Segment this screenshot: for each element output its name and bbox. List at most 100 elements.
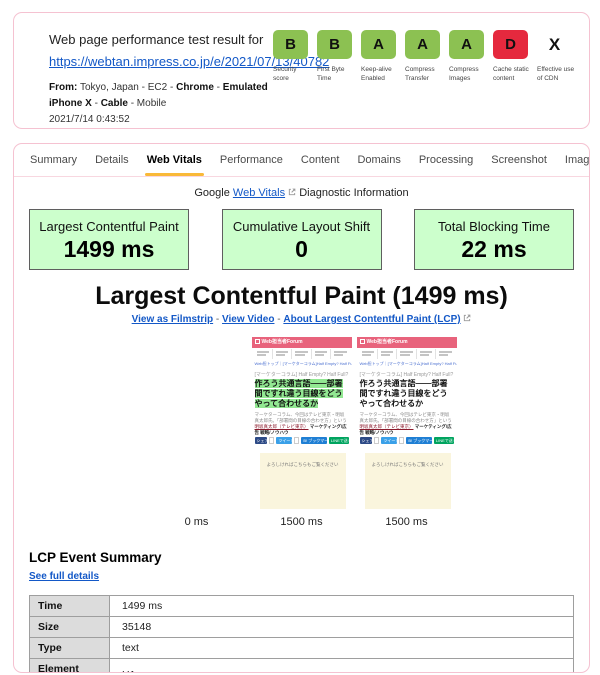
grade-badge: A (361, 30, 396, 59)
test-mobile-suffix: - Mobile (128, 98, 166, 109)
site-logo-icon (360, 339, 365, 344)
thumb-promo-box: よろしければこちらもご覧ください (365, 453, 451, 509)
grade-badge: D (493, 30, 528, 59)
grade-compress-images[interactable]: A Compress Images (449, 30, 490, 83)
thumb-breadcrumb: Web担トップ｜[マーケターコラム]Half Empty? Half Full?… (357, 360, 457, 367)
view-video-link[interactable]: View Video (222, 314, 274, 325)
lcp-type-value: text (110, 638, 574, 659)
grade-compress-transfer[interactable]: A Compress Transfer (405, 30, 446, 83)
grade-badge: B (273, 30, 308, 59)
test-info: Web page performance test result for htt… (49, 32, 294, 125)
filmstrip-frame-1500ms-highlighted: Web担当者Forum Web担トップ｜[マーケターコラム]Half Empty… (252, 337, 352, 528)
hatena-bookmark-button: B! ブックマーク (301, 437, 327, 444)
thumb-social-buttons: シェア ツイート B! ブックマーク LINEで送る (357, 435, 457, 444)
test-browser: Chrome (176, 82, 214, 93)
grade-cache-static[interactable]: D Cache static content (493, 30, 534, 83)
table-row: Time 1499 ms (30, 596, 574, 617)
grade-first-byte-time[interactable]: B First Byte Time (317, 30, 358, 83)
results-card: Summary Details Web Vitals Performance C… (13, 143, 590, 673)
facebook-share-button: シェア (255, 437, 268, 444)
table-row: Size 35148 (30, 617, 574, 638)
thumb-caption: [マーケターコラム] Half Empty? Half Full? (252, 367, 352, 379)
external-link-icon (288, 188, 296, 196)
filmstrip-frame-0ms: 0 ms (147, 337, 247, 528)
grade-badge: X (537, 30, 572, 59)
lcp-filmstrip: 0 ms Web担当者Forum Web担トップ｜[マーケターコラム]Half … (14, 337, 589, 528)
metric-cls: Cumulative Layout Shift 0 (222, 209, 382, 270)
about-lcp-link[interactable]: About Largest Contentful Paint (LCP) (283, 314, 460, 325)
test-result-card: Web page performance test result for htt… (13, 12, 590, 129)
grade-badge: B (317, 30, 352, 59)
grade-badges: B Security score B First Byte Time A Kee… (273, 30, 581, 83)
thumb-article-title: 作ろう共通言語——部署間ですれ違う目線をどうやって合わせるか (252, 379, 352, 410)
twitter-tweet-button: ツイート (276, 437, 292, 444)
see-full-details-link[interactable]: See full details (29, 571, 99, 582)
metric-tbt: Total Blocking Time 22 ms (414, 209, 574, 270)
view-as-filmstrip-link[interactable]: View as Filmstrip (132, 314, 214, 325)
metric-lcp-value: 1499 ms (30, 236, 188, 263)
tab-screenshot[interactable]: Screenshot (482, 144, 556, 176)
tab-performance[interactable]: Performance (211, 144, 292, 176)
filmstrip-frame-1500ms: Web担当者Forum Web担トップ｜[マーケターコラム]Half Empty… (357, 337, 457, 528)
thumb-lede: マーケターコラム、今回はテレビ東京・明坂真太郎氏。「部署間の目線の合わせ方」とい… (252, 410, 352, 423)
lcp-time-value: 1499 ms (110, 596, 574, 617)
lcp-highlight: 作ろう共通言語——部署間ですれ違う目線をどうやって合わせるか (255, 379, 343, 408)
metric-cls-value: 0 (223, 236, 381, 263)
table-row: Type text (30, 638, 574, 659)
thumb-breadcrumb: Web担トップ｜[マーケターコラム]Half Empty? Half Full?… (252, 360, 352, 367)
page-title: Web page performance test result for (49, 32, 294, 47)
grade-keep-alive[interactable]: A Keep-alive Enabled (361, 30, 402, 83)
web-vitals-link[interactable]: Web Vitals (233, 187, 285, 199)
twitter-tweet-button: ツイート (381, 437, 397, 444)
tab-domains[interactable]: Domains (348, 144, 409, 176)
test-timestamp: 2021/7/14 0:43:52 (49, 114, 294, 125)
thumb-social-buttons: シェア ツイート B! ブックマーク LINEで送る (252, 435, 352, 444)
lcp-links-row: View as Filmstrip - View Video - About L… (14, 314, 589, 325)
tab-details[interactable]: Details (86, 144, 138, 176)
test-location-line: From: Tokyo, Japan - EC2 - Chrome - Emul… (49, 80, 294, 111)
tab-web-vitals[interactable]: Web Vitals (138, 144, 211, 176)
thumb-site-header: Web担当者Forum (357, 337, 457, 348)
page-thumbnail: Web担当者Forum Web担トップ｜[マーケターコラム]Half Empty… (357, 337, 457, 509)
thumb-article-title: 作ろう共通言語——部署間ですれ違う目線をどうやって合わせるか (357, 379, 457, 410)
tab-processing[interactable]: Processing (410, 144, 482, 176)
lcp-size-value: 35148 (110, 617, 574, 638)
thumb-nav-placeholder (252, 348, 352, 360)
thumb-site-header: Web担当者Forum (252, 337, 352, 348)
table-row: Element Type H1 (30, 659, 574, 674)
grade-badge: A (449, 30, 484, 59)
from-label: From: (49, 82, 77, 93)
test-location: Tokyo, Japan - EC2 - (77, 82, 176, 93)
thumb-byline: 明坂真太郎（テレビ東京） マーケティング/広告 戦略/ノウハウ (357, 423, 457, 435)
grade-security-score[interactable]: B Security score (273, 30, 314, 83)
external-link-icon (463, 314, 471, 322)
google-web-vitals-line: Google Web Vitals Diagnostic Information (14, 187, 589, 199)
lcp-element-type-value: H1 (110, 659, 574, 674)
lcp-summary-table: Time 1499 ms Size 35148 Type text Elemen… (29, 595, 574, 673)
blank-frame (147, 337, 247, 509)
lcp-section-heading: Largest Contentful Paint (1499 ms) (14, 282, 589, 311)
tab-summary[interactable]: Summary (21, 144, 86, 176)
line-share-button: LINEで送る (434, 437, 454, 444)
lcp-event-summary: LCP Event Summary See full details Time … (14, 550, 589, 673)
web-vitals-metrics: Largest Contentful Paint 1499 ms Cumulat… (14, 209, 589, 270)
metric-tbt-value: 22 ms (415, 236, 573, 263)
site-logo-icon (255, 339, 260, 344)
thumb-caption: [マーケターコラム] Half Empty? Half Full? (357, 367, 457, 379)
metric-lcp: Largest Contentful Paint 1499 ms (29, 209, 189, 270)
hatena-bookmark-button: B! ブックマーク (406, 437, 432, 444)
thumb-lede: マーケターコラム、今回はテレビ東京・明坂真太郎氏。「部署間の目線の合わせ方」とい… (357, 410, 457, 423)
thumb-byline: 明坂真太郎（テレビ東京） マーケティング/広告 戦略/ノウハウ (252, 423, 352, 435)
grade-cdn: X Effective use of CDN (537, 30, 578, 83)
facebook-share-button: シェア (360, 437, 373, 444)
thumb-promo-box: よろしければこちらもご覧ください (260, 453, 346, 509)
tab-content[interactable]: Content (292, 144, 349, 176)
test-connection: Cable (101, 98, 128, 109)
line-share-button: LINEで送る (329, 437, 349, 444)
tab-image-analysis[interactable]: Image Analysis (556, 144, 590, 176)
lcp-summary-heading: LCP Event Summary (29, 550, 574, 565)
grade-badge: A (405, 30, 440, 59)
page-thumbnail-lcp-highlight: Web担当者Forum Web担トップ｜[マーケターコラム]Half Empty… (252, 337, 352, 509)
tab-bar: Summary Details Web Vitals Performance C… (14, 144, 589, 177)
thumb-nav-placeholder (357, 348, 457, 360)
